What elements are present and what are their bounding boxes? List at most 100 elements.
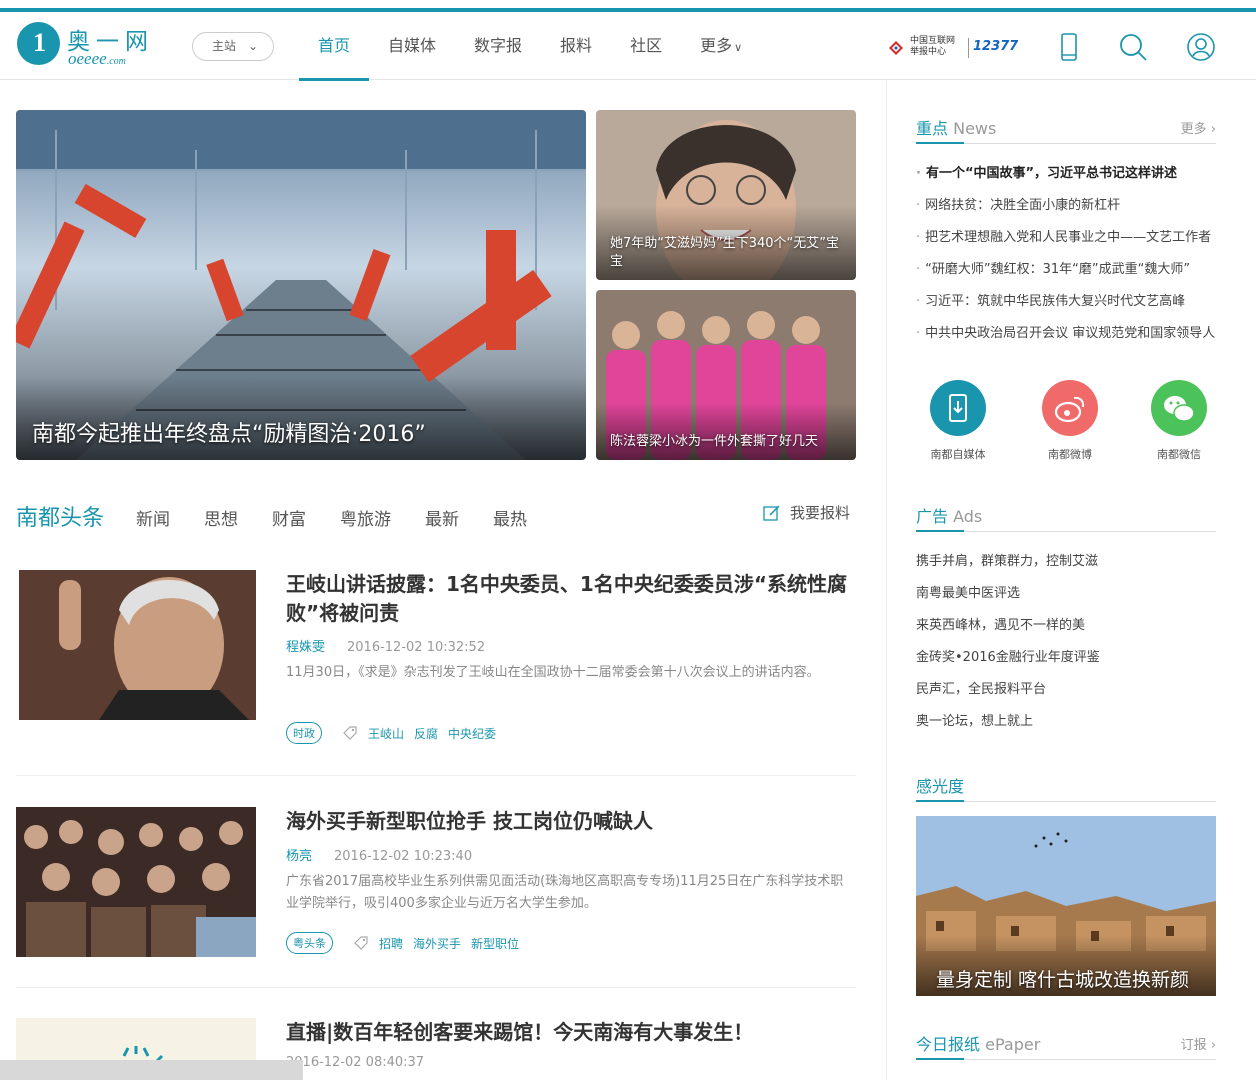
ads-list: 携手并肩，群策群力，控制艾滋 南粤最美中医评选 来英西峰林，遇见不一样的美 金砖… <box>916 546 1226 738</box>
section-title: 重点 News <box>916 119 997 138</box>
tag-link[interactable]: 新型职位 <box>471 935 519 952</box>
nav-more[interactable]: 更多 ∨ <box>681 12 761 80</box>
site-select[interactable]: 主站 ⌄ <box>192 32 274 61</box>
article-summary: 广东省2017届高校毕业生系列供需见面活动(珠海地区高职高专专场)11月25日在… <box>286 874 844 911</box>
tab-wealth[interactable]: 财富 <box>272 505 306 530</box>
tab-travel[interactable]: 粤旅游 <box>340 505 391 530</box>
tag-link[interactable]: 反腐 <box>414 725 438 742</box>
gallery-section-header: 感光度 <box>916 770 1216 802</box>
article-title[interactable]: 直播|数百年轻创客要来踢馆！今天南海有大事发生！ <box>286 1018 856 1047</box>
article-thumbnail[interactable] <box>19 570 256 720</box>
section-title: 今日报纸 ePaper <box>916 1035 1041 1054</box>
news-section-header: 重点 News 更多 › <box>916 112 1216 144</box>
category-badge[interactable]: 时政 <box>286 722 322 744</box>
list-item[interactable]: “研磨大师”魏红权：31年“磨”成武重“魏大师” <box>916 254 1226 286</box>
tab-latest[interactable]: 最新 <box>425 505 459 530</box>
ads-section-header: 广告 Ads <box>916 500 1216 532</box>
list-item[interactable]: 习近平：筑就中华民族伟大复兴时代文艺高峰 <box>916 286 1226 318</box>
article-tags: 粤头条 招聘 海外买手 新型职位 <box>286 932 529 954</box>
report-news-button[interactable]: 我要报料 <box>763 502 850 523</box>
list-item[interactable]: 网络扶贫：决胜全面小康的新杠杆 <box>916 190 1226 222</box>
nav-home[interactable]: 首页 <box>299 12 370 81</box>
hero-side-caption-1: 她7年助“艾滋妈妈”生下340个“无艾”宝宝 <box>596 205 856 280</box>
divider <box>16 775 856 776</box>
hero-side-card-2[interactable]: 陈法蓉梁小冰为一件外套撕了好几天 <box>596 290 856 460</box>
tab-news[interactable]: 新闻 <box>136 505 170 530</box>
hero-main-card[interactable]: 南都今起推出年终盘点“励精图治·2016” <box>16 110 586 460</box>
search-icon[interactable] <box>1118 32 1148 62</box>
key-news-list: 有一个“中国故事”，习近平总书记这样讲述 网络扶贫：决胜全面小康的新杠杆 把艺术… <box>916 158 1226 350</box>
article-time: 2016-12-02 08:40:37 <box>286 1055 425 1070</box>
list-item[interactable]: 中共中央政治局召开会议 审议规范党和国家领导人 <box>916 318 1226 350</box>
hero-side-caption-2: 陈法蓉梁小冰为一件外套撕了好几天 <box>596 403 856 460</box>
tag-icon <box>343 726 357 740</box>
social-wechat[interactable]: 南都微信 <box>1134 380 1224 462</box>
gallery-card[interactable]: 量身定制 喀什古城改造换新颜 <box>916 816 1216 996</box>
tag-link[interactable]: 招聘 <box>379 935 403 952</box>
divider <box>16 987 856 988</box>
nav-we-media[interactable]: 自媒体 <box>369 12 455 80</box>
subscribe-link[interactable]: 订报 › <box>1181 1034 1216 1053</box>
tab-headlines[interactable]: 南都头条 <box>16 500 104 532</box>
nav-community[interactable]: 社区 <box>611 12 681 80</box>
wechat-icon <box>1151 380 1207 436</box>
article-thumbnail[interactable] <box>16 807 256 957</box>
sidebar-divider <box>886 80 887 1080</box>
article-time: 2016-12-02 10:32:52 <box>347 640 486 655</box>
chevron-down-icon: ⌄ <box>247 39 258 53</box>
report-center-icon <box>889 41 903 55</box>
tag-icon <box>354 936 368 950</box>
article-tags: 时政 王岐山 反腐 中央纪委 <box>286 722 506 744</box>
article-summary: 11月30日，《求是》杂志刊发了王岐山在全国政协十二届常委会第十八次会议上的讲话… <box>286 665 820 680</box>
edit-icon <box>763 505 780 521</box>
tab-thought[interactable]: 思想 <box>204 505 238 530</box>
social-we-media[interactable]: 南都自媒体 <box>913 380 1003 462</box>
horizontal-scrollbar[interactable] <box>0 1060 303 1080</box>
list-item[interactable]: 把艺术理想融入党和人民事业之中——文艺工作者 <box>916 222 1226 254</box>
list-item[interactable]: 有一个“中国故事”，习近平总书记这样讲述 <box>916 158 1226 190</box>
main-nav: 首页 自媒体 数字报 报料 社区 更多 ∨ <box>299 12 761 81</box>
ad-link[interactable]: 携手并肩，群策群力，控制艾滋 <box>916 546 1226 578</box>
we-media-icon <box>930 380 986 436</box>
ad-link[interactable]: 民声汇，全民报料平台 <box>916 674 1226 706</box>
tag-link[interactable]: 海外买手 <box>413 935 461 952</box>
social-weibo[interactable]: 南都微博 <box>1025 380 1115 462</box>
logo-domain[interactable]: oeeee.com <box>68 49 126 69</box>
hero-main-caption: 南都今起推出年终盘点“励精图治·2016” <box>16 376 586 460</box>
epaper-section-header: 今日报纸 ePaper 订报 › <box>916 1028 1216 1060</box>
weibo-icon <box>1042 380 1098 436</box>
list-item[interactable]: 王岐山讲话披露：1名中央委员、1名中央纪委委员涉“系统性腐败”将被问责 程姝雯 2… <box>16 570 856 750</box>
category-badge[interactable]: 粤头条 <box>286 932 333 954</box>
more-link[interactable]: 更多 › <box>1181 118 1216 137</box>
tag-link[interactable]: 王岐山 <box>368 725 404 742</box>
tab-hottest[interactable]: 最热 <box>493 505 527 530</box>
gallery-caption: 量身定制 喀什古城改造换新颜 <box>916 935 1216 996</box>
hero-side-card-1[interactable]: 她7年助“艾滋妈妈”生下340个“无艾”宝宝 <box>596 110 856 280</box>
section-title: 感光度 <box>916 777 965 796</box>
job-fair-crowd-image <box>16 807 256 957</box>
site-header: 1 奥一网 oeeee.com 主站 ⌄ 首页 自媒体 数字报 报料 社区 更多 ∨… <box>0 12 1256 81</box>
article-title[interactable]: 王岐山讲话披露：1名中央委员、1名中央纪委委员涉“系统性腐败”将被问责 <box>286 570 856 628</box>
tag-link[interactable]: 中央纪委 <box>448 725 496 742</box>
article-time: 2016-12-02 10:23:40 <box>334 849 473 864</box>
user-icon[interactable] <box>1186 32 1216 62</box>
nav-digital-paper[interactable]: 数字报 <box>455 12 541 80</box>
article-author[interactable]: 程姝雯 <box>286 640 325 655</box>
article-meta: 杨亮 2016-12-02 10:23:40 <box>286 845 472 864</box>
article-meta: 程姝雯 2016-12-02 10:32:52 <box>286 636 485 655</box>
article-author[interactable]: 杨亮 <box>286 849 312 864</box>
nav-report[interactable]: 报料 <box>541 12 611 80</box>
section-title: 广告 Ads <box>916 507 983 526</box>
list-item[interactable]: 海外买手新型职位抢手 技工岗位仍喊缺人 杨亮 2016-12-02 10:23:4… <box>16 807 856 987</box>
article-title[interactable]: 海外买手新型职位抢手 技工岗位仍喊缺人 <box>286 807 856 836</box>
chevron-down-icon: ∨ <box>734 41 743 54</box>
report-center-logo[interactable]: 中国互联网 举报中心 12377 <box>888 36 1018 60</box>
ad-link[interactable]: 奥一论坛，想上就上 <box>916 706 1226 738</box>
article-meta: 2016-12-02 08:40:37 <box>286 1055 424 1070</box>
ad-link[interactable]: 南粤最美中医评选 <box>916 578 1226 610</box>
official-photo-image <box>19 570 256 720</box>
ad-link[interactable]: 金砖奖•2016金融行业年度评鉴 <box>916 642 1226 674</box>
logo-icon[interactable]: 1 <box>17 22 60 65</box>
ad-link[interactable]: 来英西峰林，遇见不一样的美 <box>916 610 1226 642</box>
mobile-icon[interactable] <box>1054 32 1084 62</box>
